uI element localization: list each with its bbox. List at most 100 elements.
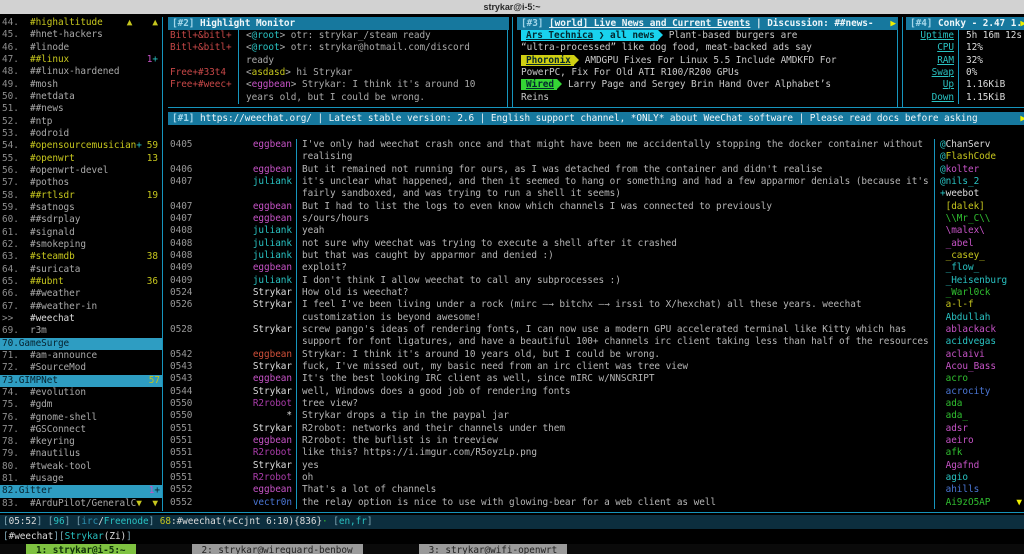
buffer-row[interactable]: 44. #highaltitude▲▲ bbox=[2, 17, 161, 29]
nicklist-item[interactable]: +weebot bbox=[940, 188, 1024, 200]
buffer-row[interactable]: 60. ##sdrplay bbox=[2, 214, 161, 226]
buffer-row[interactable]: 56. #openwrt-devel bbox=[2, 165, 161, 177]
status-segment: ] bbox=[149, 516, 160, 527]
nicklist-item[interactable]: acrocity bbox=[940, 386, 1024, 398]
buffer-row[interactable]: 74. #evolution bbox=[2, 387, 161, 399]
chat-line: customization is beyond awesome! bbox=[170, 312, 932, 324]
nicklist-item[interactable]: \malex\ bbox=[940, 225, 1024, 237]
nicklist-item[interactable]: @FlashCode bbox=[940, 151, 1024, 163]
nick-name: ablackack bbox=[946, 324, 996, 335]
buffer-row[interactable]: 53. #odroid bbox=[2, 128, 161, 140]
nicklist-item[interactable]: ablackack bbox=[940, 324, 1024, 336]
news-source-badge[interactable]: Ars Technica ❯ all news bbox=[521, 30, 658, 41]
nicklist-item[interactable]: ahills bbox=[940, 484, 1024, 496]
news-source-badge[interactable]: Phoronix bbox=[521, 55, 574, 66]
buffer-row[interactable]: 67. ##weather-in bbox=[2, 301, 161, 313]
buffer-name: #usage bbox=[30, 473, 64, 484]
buffer-row[interactable]: 63. #steamdb38 bbox=[2, 251, 161, 263]
nicklist-item[interactable]: acro bbox=[940, 373, 1024, 385]
nicklist-item[interactable]: afk bbox=[940, 447, 1024, 459]
buffer-number: 63. bbox=[2, 251, 30, 262]
nicklist-item[interactable]: [dalek] bbox=[940, 201, 1024, 213]
nicklist-item[interactable]: Abdullah bbox=[940, 312, 1024, 324]
nicklist-item[interactable]: Acou_Bass bbox=[940, 361, 1024, 373]
nicklist-item[interactable]: _Warl0ck bbox=[940, 287, 1024, 299]
nicklist-item[interactable]: Ai9zO5AP▼ bbox=[940, 497, 1024, 509]
buffer-row[interactable]: 73.GIMPNet57 bbox=[0, 375, 163, 387]
buffer-row[interactable]: 80. #tweak-tool bbox=[2, 461, 161, 473]
nicklist-item[interactable]: a-l-f bbox=[940, 299, 1024, 311]
buffer-row[interactable]: >> #weechat bbox=[2, 313, 161, 325]
buffer-row[interactable]: 82.Gitter1+ bbox=[0, 485, 163, 497]
buffer-row[interactable]: 65. ##ubnt36 bbox=[2, 276, 161, 288]
buffer-row[interactable]: 75. #gdm bbox=[2, 399, 161, 411]
buffer-row[interactable]: 50. #netdata bbox=[2, 91, 161, 103]
buffer-row[interactable]: 62. #smokeping bbox=[2, 239, 161, 251]
buffer-number: 76. bbox=[2, 412, 30, 423]
news-row: Ars Technica ❯ all newsPlant-based burge… bbox=[521, 30, 893, 42]
input-bar[interactable]: [#weechat][Strykar(Zi)] bbox=[0, 530, 1024, 543]
nicklist-item[interactable]: acidvegas bbox=[940, 336, 1024, 348]
pane-separator bbox=[897, 17, 903, 107]
buffer-row[interactable]: 47. ##linux1+ bbox=[2, 54, 161, 66]
buffer-row[interactable]: 77. #GSConnect bbox=[2, 424, 161, 436]
highlight-row: Bitl+&bitl+<@root> otr: strykar@hotmail.… bbox=[170, 42, 504, 54]
buffer-row[interactable]: 83. #ArduPilot/GeneralC▼▼ bbox=[2, 498, 161, 510]
buffer-row[interactable]: 72. #SourceMod bbox=[2, 362, 161, 374]
buffer-row[interactable]: 59. #satnogs bbox=[2, 202, 161, 214]
chat-line: 0550R2robottree view? bbox=[170, 398, 932, 410]
buffer-row[interactable]: 58. ##rtlsdr19 bbox=[2, 190, 161, 202]
buffer-row[interactable]: 79. #nautilus bbox=[2, 448, 161, 460]
nicklist-item[interactable]: aeiro bbox=[940, 435, 1024, 447]
nicklist-item[interactable]: adsr bbox=[940, 423, 1024, 435]
buffer-row[interactable]: 78. #keyring bbox=[2, 436, 161, 448]
buffer-row[interactable]: 69. r3m bbox=[2, 325, 161, 337]
buffer-row[interactable]: 49. #mosh bbox=[2, 79, 161, 91]
nicklist-item[interactable]: aclaivi bbox=[940, 349, 1024, 361]
nick-name: agio bbox=[946, 472, 968, 483]
nicklist-item[interactable]: _casey_ bbox=[940, 250, 1024, 262]
buffer-row[interactable]: 46. #linode bbox=[2, 42, 161, 54]
tmux-window[interactable]: 3: strykar@wifi-openwrt bbox=[419, 544, 568, 554]
nicklist-item[interactable]: @kolter bbox=[940, 164, 1024, 176]
nicklist-item[interactable]: \\Mr_C\\ bbox=[940, 213, 1024, 225]
news-source-badge[interactable]: Wired bbox=[521, 79, 557, 90]
tmux-window[interactable]: 2: strykar@wireguard-benbow bbox=[192, 544, 363, 554]
buffer-row[interactable]: 52. #ntp bbox=[2, 116, 161, 128]
buffer-row[interactable]: 48. ##linux-hardened bbox=[2, 66, 161, 78]
buffer-row[interactable]: 70.GameSurge bbox=[0, 338, 163, 350]
buffer-row[interactable]: 57. #pothos bbox=[2, 177, 161, 189]
sidebar-separator bbox=[162, 17, 163, 511]
buffer-row[interactable]: 45. #hnet-hackers bbox=[2, 29, 161, 41]
nicklist-item[interactable]: _flow_ bbox=[940, 262, 1024, 274]
status-segment: 68 bbox=[160, 516, 171, 527]
nicklist-separator bbox=[934, 139, 935, 509]
tmux-window[interactable]: 1: strykar@i-5:~ bbox=[26, 544, 136, 554]
nicklist-item[interactable]: _Heisenburg bbox=[940, 275, 1024, 287]
nick-name: aeiro bbox=[946, 435, 974, 446]
buffer-row[interactable]: 71. #am-announce bbox=[2, 350, 161, 362]
news-headline: AMDGPU Fixes For Linux 5.5 Include AMDKF… bbox=[585, 55, 837, 66]
nicklist-item[interactable]: @nils_2 bbox=[940, 176, 1024, 188]
buffer-row[interactable]: 64. #suricata bbox=[2, 264, 161, 276]
nicklist-item[interactable]: agio bbox=[940, 472, 1024, 484]
nicklist-item[interactable]: @ChanServ bbox=[940, 139, 1024, 151]
nicklist-item[interactable]: ada bbox=[940, 398, 1024, 410]
input-segment: #weechat bbox=[9, 531, 54, 542]
nicklist-item[interactable]: _abel bbox=[940, 238, 1024, 250]
chat-nick: juliank bbox=[200, 275, 292, 287]
nicklist-item[interactable]: ada_ bbox=[940, 410, 1024, 422]
buffer-number: 72. bbox=[2, 362, 30, 373]
chat-timestamp: 0551 bbox=[170, 460, 200, 472]
buffer-row[interactable]: 51. ##news bbox=[2, 103, 161, 115]
buffer-row[interactable]: 61. #signald bbox=[2, 227, 161, 239]
buffer-row[interactable]: 55. #openwrt13 bbox=[2, 153, 161, 165]
nick-name: acidvegas bbox=[946, 336, 996, 347]
buffer-row[interactable]: 66. ##weather bbox=[2, 288, 161, 300]
conky-label: Down bbox=[906, 92, 954, 104]
buffer-row[interactable]: 76. #gnome-shell bbox=[2, 412, 161, 424]
buffer-row[interactable]: 54. #opensourcemusician+59 bbox=[2, 140, 161, 152]
buffer-row[interactable]: 81. #usage bbox=[2, 473, 161, 485]
nicklist-item[interactable]: Agafnd bbox=[940, 460, 1024, 472]
status-segment: ] [ bbox=[65, 516, 82, 527]
